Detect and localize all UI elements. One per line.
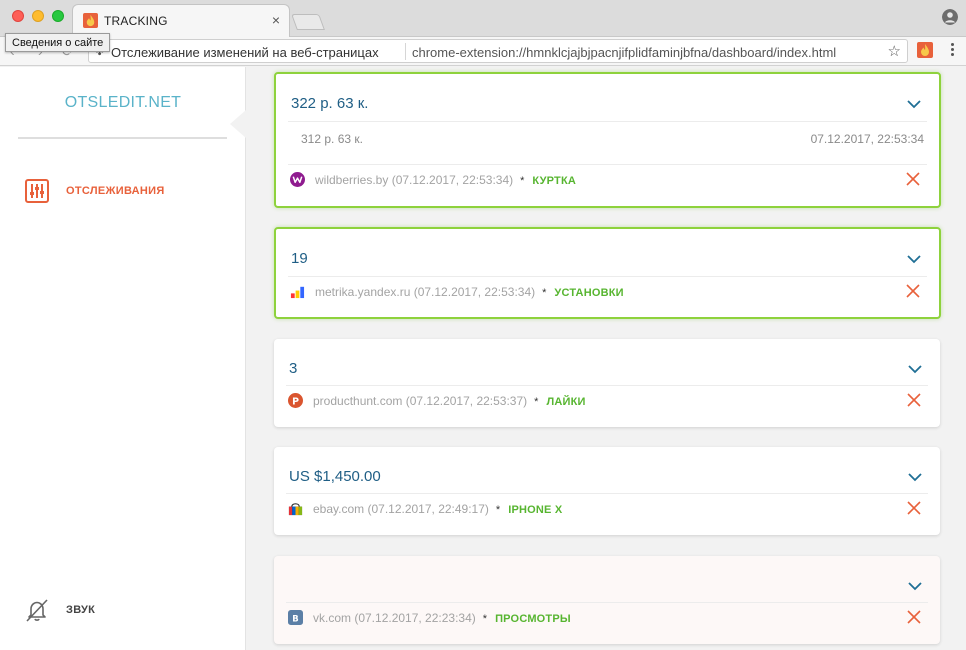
- chevron-down-icon[interactable]: [907, 255, 921, 264]
- browser-menu-icon[interactable]: [946, 41, 958, 61]
- current-value: 19: [291, 250, 308, 267]
- site-info-tooltip: Сведения о сайте: [5, 33, 111, 52]
- card-divider: [286, 602, 928, 603]
- tracking-card[interactable]: 322 р. 63 к. 312 р. 63 к. 07.12.2017, 22…: [274, 72, 941, 208]
- app-logo[interactable]: OTSLEDIT.NET: [0, 94, 246, 112]
- address-bar[interactable]: ✤ Отслеживание изменений на веб-страница…: [88, 39, 908, 63]
- chevron-down-icon[interactable]: [908, 473, 922, 482]
- tracking-card[interactable]: 3 P producthunt.com (07.12.2017, 22:53:3…: [274, 339, 940, 427]
- tracking-tag: IPHONE X: [508, 504, 563, 516]
- close-icon[interactable]: [905, 171, 921, 187]
- card-meta-row: P producthunt.com (07.12.2017, 22:53:37)…: [288, 391, 926, 411]
- tracking-card[interactable]: 19 metrika.yandex.ru (07.12.2017, 22:53:…: [274, 227, 941, 319]
- svg-text:B: B: [292, 613, 298, 623]
- browser-tab-strip: TRACKING ×: [0, 0, 966, 37]
- current-value: US $1,450.00: [289, 468, 381, 485]
- previous-value: 312 р. 63 к.: [301, 132, 363, 146]
- sidebar-item-tracking[interactable]: ОТСЛЕЖИВАНИЯ: [25, 179, 225, 205]
- close-icon[interactable]: [906, 609, 922, 625]
- url-text[interactable]: chrome-extension://hmnklcjajbjpacnjifpli…: [412, 45, 878, 60]
- card-divider: [286, 493, 928, 494]
- site-and-time: vk.com (07.12.2017, 22:23:34) * ПРОСМОТРЫ: [313, 611, 571, 625]
- tab-close-icon[interactable]: ×: [272, 12, 280, 28]
- address-separator: [405, 43, 406, 60]
- sound-label: ЗВУК: [66, 604, 96, 616]
- extension-flame-icon: [83, 13, 98, 28]
- tracking-card[interactable]: B vk.com (07.12.2017, 22:23:34) * ПРОСМОТР…: [274, 556, 940, 644]
- vk-icon: B: [288, 610, 303, 625]
- browser-toolbar: ‹ › ⟳ ✤ Отслеживание изменений на веб-ст…: [0, 37, 966, 66]
- sidebar-item-label: ОТСЛЕЖИВАНИЯ: [66, 185, 165, 197]
- bell-off-icon: [26, 599, 48, 622]
- maximize-window-button[interactable]: [52, 10, 64, 22]
- card-divider: [288, 121, 927, 122]
- chevron-down-icon[interactable]: [908, 582, 922, 591]
- tracking-tag: ПРОСМОТРЫ: [495, 613, 571, 625]
- site-and-time: wildberries.by (07.12.2017, 22:53:34) * КУ…: [315, 173, 577, 187]
- close-window-button[interactable]: [12, 10, 24, 22]
- sidebar-divider: [18, 137, 227, 139]
- tracking-tag: УСТАНОВКИ: [554, 287, 624, 299]
- card-meta-row: wildberries.by (07.12.2017, 22:53:34) * КУ…: [290, 170, 925, 190]
- profile-icon[interactable]: [942, 9, 958, 25]
- site-and-time: ebay.com (07.12.2017, 22:49:17) * IPHONE X: [313, 502, 563, 516]
- card-divider: [288, 164, 927, 165]
- wildberries-icon: [290, 172, 305, 187]
- new-tab-button[interactable]: [291, 14, 325, 30]
- tracking-list: 322 р. 63 к. 312 р. 63 к. 07.12.2017, 22…: [246, 67, 966, 650]
- site-and-time: producthunt.com (07.12.2017, 22:53:37) * Л…: [313, 394, 586, 408]
- minimize-window-button[interactable]: [32, 10, 44, 22]
- sliders-icon: [25, 179, 49, 203]
- tracking-tag: ЛАЙКИ: [546, 396, 586, 408]
- close-icon[interactable]: [905, 283, 921, 299]
- extension-flame-icon[interactable]: [917, 42, 933, 58]
- current-value: 3: [289, 360, 298, 377]
- card-meta-row: ebay.com (07.12.2017, 22:49:17) * IPHONE X: [288, 499, 926, 519]
- current-value: 322 р. 63 к.: [291, 95, 369, 112]
- sidebar: OTSLEDIT.NET ОТСЛЕЖИВАНИЯ ЗВУК: [0, 67, 246, 650]
- active-item-pointer: [230, 110, 246, 138]
- chevron-down-icon[interactable]: [908, 365, 922, 374]
- close-icon[interactable]: [906, 392, 922, 408]
- tracking-tag: КУРТКА: [532, 175, 577, 187]
- yandex-metrika-icon: [290, 286, 305, 299]
- card-divider: [286, 385, 928, 386]
- svg-text:P: P: [292, 396, 299, 407]
- card-meta-row: metrika.yandex.ru (07.12.2017, 22:53:34)…: [290, 282, 925, 302]
- tab-title: TRACKING: [104, 14, 168, 28]
- card-divider: [288, 276, 927, 277]
- site-and-time: metrika.yandex.ru (07.12.2017, 22:53:34)…: [315, 285, 624, 299]
- chevron-down-icon[interactable]: [907, 100, 921, 109]
- card-meta-row: B vk.com (07.12.2017, 22:23:34) * ПРОСМОТР…: [288, 608, 926, 628]
- previous-time: 07.12.2017, 22:53:34: [810, 132, 924, 146]
- producthunt-icon: P: [288, 393, 303, 408]
- site-info-label[interactable]: Отслеживание изменений на веб-страницах: [111, 45, 379, 60]
- close-icon[interactable]: [906, 500, 922, 516]
- bookmark-star-icon[interactable]: ☆: [888, 42, 901, 60]
- ebay-icon: [288, 503, 303, 516]
- sound-toggle[interactable]: ЗВУК: [24, 597, 224, 623]
- tracking-card[interactable]: US $1,450.00 ebay.com (07.12.2017, 22:49…: [274, 447, 940, 535]
